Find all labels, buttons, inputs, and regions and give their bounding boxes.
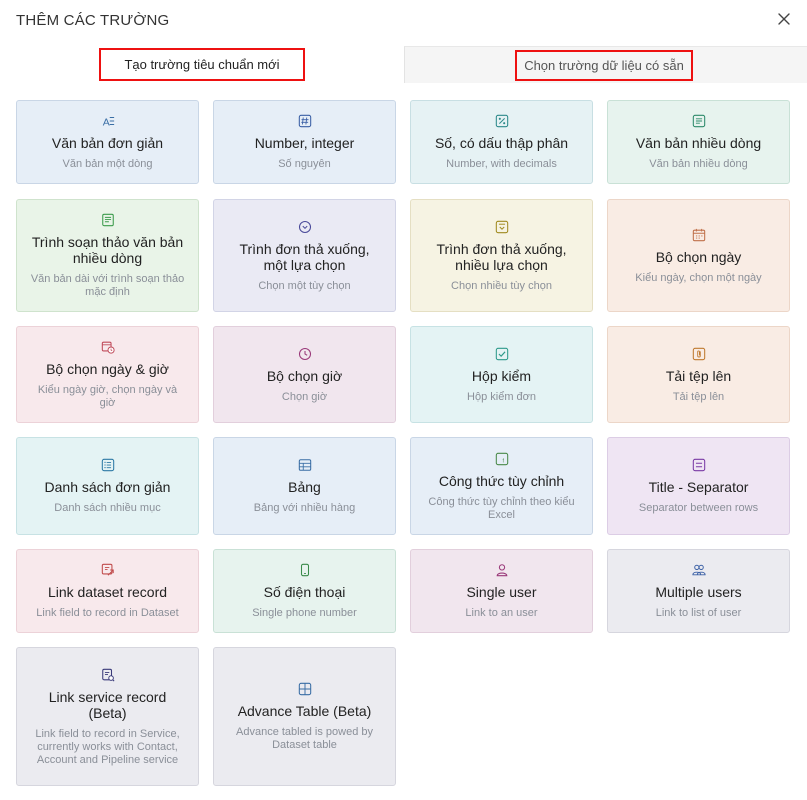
- multiline-icon: [691, 113, 707, 129]
- field-type-card[interactable]: Title - Separator Separator between rows: [607, 437, 790, 535]
- field-type-title: Tải tệp lên: [665, 367, 732, 384]
- field-type-description: Link to an user: [465, 607, 538, 619]
- percent-icon: [494, 113, 510, 129]
- field-type-card[interactable]: Multiple users Link to list of user: [607, 549, 790, 633]
- field-type-description: Link to list of user: [655, 607, 742, 619]
- editor-icon: [100, 212, 116, 228]
- field-type-title: Link service record (Beta): [48, 688, 167, 721]
- field-type-title: Number, integer: [254, 135, 355, 151]
- table-icon: [297, 457, 313, 473]
- field-type-description: Number, with decimals: [446, 158, 557, 170]
- field-type-card[interactable]: Single user Link to an user: [410, 549, 593, 633]
- field-type-description: Link field to record in Service, current…: [35, 727, 180, 766]
- field-type-card[interactable]: Danh sách đơn giản Danh sách nhiều mục: [16, 437, 199, 535]
- field-type-card[interactable]: Số, có dấu thập phân Number, with decimal…: [410, 100, 593, 184]
- field-type-description: Công thức tùy chỉnh theo kiểu Excel: [428, 495, 575, 521]
- field-type-description: Văn bản dài với trình soạn thảo mặc định: [30, 273, 185, 298]
- paperclip-icon: [691, 346, 707, 362]
- field-type-description: Bảng với nhiều hàng: [253, 502, 356, 514]
- field-type-description: Link field to record in Dataset: [36, 607, 179, 619]
- phone-icon: [297, 562, 313, 578]
- close-icon: [778, 13, 790, 25]
- field-type-description: Kiểu ngày, chọn một ngày: [635, 271, 762, 284]
- tab-create-new-field-label: Tạo trường tiêu chuẩn mới: [99, 48, 305, 81]
- field-type-card[interactable]: Bảng Bảng với nhiều hàng: [213, 437, 396, 535]
- field-type-card[interactable]: Bộ chọn ngày & giờ Kiểu ngày giờ, chọn ng…: [16, 326, 199, 423]
- field-type-card[interactable]: Advance Table (Beta) Advance tabled is po…: [213, 647, 396, 786]
- field-type-description: Số nguyên: [278, 158, 331, 170]
- link-service-icon: [100, 667, 116, 683]
- field-type-title: Bộ chọn ngày: [655, 248, 742, 265]
- field-type-card[interactable]: Bộ chọn ngày Kiểu ngày, chọn một ngày: [607, 199, 790, 312]
- field-type-description: Single phone number: [252, 607, 357, 619]
- calendar-icon: [691, 227, 707, 243]
- field-type-title: Văn bản đơn giản: [51, 135, 164, 151]
- field-type-title: Advance Table (Beta): [237, 703, 372, 719]
- field-type-title: Trình soạn thảo văn bản nhiều dòng: [31, 234, 184, 266]
- field-type-description: Chọn giờ: [281, 390, 328, 403]
- calendar-clock-icon: [100, 339, 116, 355]
- dialog-header: THÊM CÁC TRƯỜNG: [0, 0, 807, 46]
- field-type-title: Title - Separator: [648, 479, 749, 495]
- field-type-description: Chọn nhiều tùy chọn: [451, 279, 552, 292]
- field-type-card[interactable]: A Văn bản đơn giản Văn bản một dòng: [16, 100, 199, 184]
- field-type-title: Văn bản nhiều dòng: [635, 135, 762, 151]
- field-type-card[interactable]: Link dataset record Link field to record …: [16, 549, 199, 633]
- field-type-title: Bộ chọn ngày & giờ: [46, 361, 169, 377]
- tab-choose-existing-field-label: Chọn trường dữ liệu có sẵn: [515, 49, 693, 81]
- field-type-card[interactable]: Số điện thoại Single phone number: [213, 549, 396, 633]
- field-type-description: Advance tabled is powed by Dataset table: [236, 726, 373, 751]
- field-type-title: Multiple users: [655, 584, 742, 600]
- field-type-title: Trình đơn thả xuống, một lựa chọn: [239, 240, 370, 273]
- field-type-description: Văn bản một dòng: [62, 158, 153, 170]
- formula-icon: f: [494, 451, 510, 467]
- field-type-title: Single user: [466, 584, 537, 600]
- multi-select-icon: [494, 219, 510, 235]
- field-type-description: Danh sách nhiều mục: [54, 502, 161, 514]
- field-type-title: Trình đơn thả xuống, nhiều lựa chọn: [436, 240, 567, 273]
- field-type-title: Bộ chọn giờ: [266, 367, 343, 384]
- tab-choose-existing-field[interactable]: Chọn trường dữ liệu có sẵn: [404, 46, 807, 83]
- field-type-card[interactable]: Bộ chọn giờ Chọn giờ: [213, 326, 396, 423]
- clock-icon: [297, 346, 313, 362]
- field-type-description: Chọn một tùy chọn: [258, 279, 351, 292]
- link-dataset-icon: [100, 562, 116, 578]
- field-type-card[interactable]: Hộp kiểm Hộp kiểm đơn: [410, 326, 593, 423]
- field-type-title: Hộp kiểm: [471, 367, 532, 384]
- field-type-card[interactable]: Văn bản nhiều dòng Văn bản nhiều dòng: [607, 100, 790, 184]
- field-type-card[interactable]: f Công thức tùy chỉnh Công thức tùy chỉnh …: [410, 437, 593, 535]
- svg-text:f: f: [502, 458, 504, 464]
- field-type-title: Số điện thoại: [263, 584, 346, 600]
- field-type-title: Bảng: [288, 479, 321, 495]
- field-type-card[interactable]: Link service record (Beta) Link field to …: [16, 647, 199, 786]
- field-type-card[interactable]: Number, integer Số nguyên: [213, 100, 396, 184]
- field-type-card[interactable]: Trình đơn thả xuống, nhiều lựa chọn Chọn …: [410, 199, 593, 312]
- field-type-title: Số, có dấu thập phân: [434, 135, 569, 151]
- users-icon: [691, 562, 707, 578]
- field-type-card[interactable]: Trình soạn thảo văn bản nhiều dòng Văn bả…: [16, 199, 199, 312]
- field-type-title: Danh sách đơn giản: [44, 479, 171, 495]
- checkbox-icon: [494, 346, 510, 362]
- field-type-title: Link dataset record: [47, 584, 168, 600]
- separator-icon: [691, 457, 707, 473]
- tab-create-new-field[interactable]: Tạo trường tiêu chuẩn mới: [0, 46, 404, 83]
- grid-icon: [297, 681, 313, 697]
- chevron-circle-icon: [297, 219, 313, 235]
- close-button[interactable]: [773, 8, 795, 30]
- text-icon: A: [100, 113, 116, 129]
- user-icon: [494, 562, 510, 578]
- svg-text:A: A: [102, 116, 109, 128]
- field-type-description: Văn bản nhiều dòng: [649, 158, 748, 170]
- field-type-title: Công thức tùy chỉnh: [438, 472, 565, 489]
- field-type-description: Kiểu ngày giờ, chọn ngày và giờ: [37, 384, 178, 409]
- hash-icon: [297, 113, 313, 129]
- dialog-title: THÊM CÁC TRƯỜNG: [16, 12, 170, 29]
- field-type-description: Separator between rows: [638, 502, 759, 514]
- tab-bar: Tạo trường tiêu chuẩn mới Chọn trường dữ…: [0, 46, 807, 83]
- field-type-card[interactable]: Trình đơn thả xuống, một lựa chọn Chọn mộ…: [213, 199, 396, 312]
- list-icon: [100, 457, 116, 473]
- field-type-description: Hộp kiểm đơn: [467, 390, 536, 403]
- field-type-card[interactable]: Tải tệp lên Tải tệp lên: [607, 326, 790, 423]
- field-type-description: Tải tệp lên: [672, 390, 725, 403]
